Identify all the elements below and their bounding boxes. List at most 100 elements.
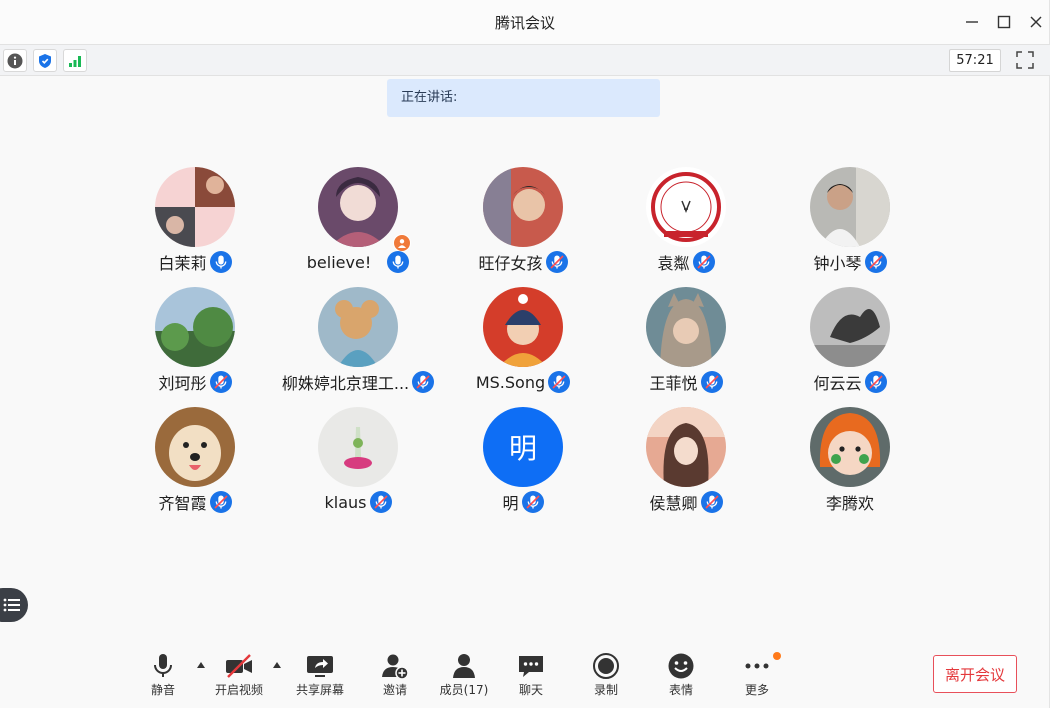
members-button[interactable]: 成员(17) (434, 652, 494, 698)
video-options-caret-icon[interactable] (272, 661, 282, 669)
notification-dot (773, 652, 781, 660)
chat-label: 聊天 (518, 683, 543, 697)
participant-tile[interactable]: 柳姝婷北京理工... (281, 287, 435, 397)
participant-name: klaus (324, 492, 367, 512)
participant-tile[interactable]: 白茉莉 (120, 167, 270, 277)
participant-tile[interactable]: 齐智霞 (120, 407, 270, 517)
microphone-icon (154, 654, 172, 677)
signal-strength-icon[interactable] (63, 49, 87, 72)
avatar (318, 407, 398, 487)
avatar-initial: 明 (483, 407, 563, 487)
start-video-button[interactable]: 开启视频 (209, 652, 269, 698)
avatar (810, 287, 890, 367)
avatar (483, 167, 563, 247)
add-user-icon (382, 654, 409, 680)
avatar (155, 407, 235, 487)
avatar (318, 287, 398, 367)
meeting-timer: 57:21 (949, 49, 1001, 72)
video-off-icon (226, 654, 252, 678)
mic-muted-icon (864, 371, 887, 393)
minimize-icon[interactable] (962, 12, 982, 32)
mic-muted-icon (864, 251, 887, 273)
participant-name: 李腾欢 (825, 494, 874, 513)
participant-name: 旺仔女孩 (478, 254, 543, 273)
name-line: 何云云 (775, 369, 925, 395)
audio-options-caret-icon[interactable] (196, 661, 206, 669)
more-label: 更多 (744, 683, 769, 697)
members-label: 成员(17) (439, 683, 489, 697)
name-line: klaus (283, 489, 433, 515)
participant-tile[interactable]: 刘珂彤 (120, 287, 270, 397)
participant-tile[interactable]: 侯慧卿 (611, 407, 761, 517)
participant-name: 刘珂彤 (158, 374, 207, 393)
list-icon (3, 598, 20, 612)
share-screen-button[interactable]: 共享屏幕 (290, 652, 350, 698)
participant-name: MS.Song (475, 372, 546, 392)
participant-name: 王菲悦 (649, 374, 698, 393)
participant-list-toggle[interactable] (0, 588, 28, 622)
participant-tile[interactable]: 旺仔女孩 (448, 167, 598, 277)
name-line: 旺仔女孩 (448, 249, 598, 275)
chat-button[interactable]: 聊天 (501, 652, 561, 698)
participant-name: 何云云 (813, 374, 862, 393)
name-line: 白茉莉 (120, 249, 270, 275)
mute-button[interactable]: 静音 (133, 652, 193, 698)
maximize-icon[interactable] (994, 12, 1014, 32)
participant-name: 齐智霞 (158, 494, 207, 513)
info-bar: 57:21 (0, 44, 1050, 76)
avatar (155, 167, 235, 247)
participant-tile[interactable]: klaus (283, 407, 433, 517)
reactions-button[interactable]: 表情 (651, 652, 711, 698)
avatar (810, 407, 890, 487)
avatar (646, 407, 726, 487)
chat-bubble-icon (519, 656, 543, 677)
record-label: 录制 (593, 683, 618, 697)
close-icon[interactable] (1026, 12, 1046, 32)
participant-tile[interactable]: MS.Song (448, 287, 598, 397)
members-icon (453, 654, 475, 678)
participant-name: 柳姝婷北京理工... (281, 374, 410, 393)
participant-name: 钟小琴 (813, 254, 862, 273)
participant-tile[interactable]: 王菲悦 (611, 287, 761, 397)
mic-muted-icon (209, 491, 232, 513)
record-icon (593, 653, 619, 679)
window-title: 腾讯会议 (494, 13, 555, 32)
participant-tile[interactable]: 袁粼 (611, 167, 761, 277)
mute-label: 静音 (150, 683, 175, 697)
start-video-label: 开启视频 (214, 683, 263, 697)
record-button[interactable]: 录制 (576, 652, 636, 698)
name-line: 齐智霞 (120, 489, 270, 515)
meeting-toolbar: 静音 开启视频 共享屏幕 邀请 成员(17) 聊天 录制 表情 更多 (0, 640, 1050, 708)
name-line: 明 (448, 489, 598, 515)
avatar (318, 167, 398, 247)
name-line: MS.Song (448, 369, 598, 395)
participant-name: believe! (306, 252, 372, 272)
name-line: 袁粼 (611, 249, 761, 275)
reactions-label: 表情 (668, 683, 693, 697)
participant-name: 白茉莉 (158, 254, 207, 273)
mic-muted-icon (412, 371, 435, 393)
participant-name: 明 (502, 494, 519, 513)
participant-tile[interactable]: 何云云 (775, 287, 925, 397)
fullscreen-icon[interactable] (1015, 50, 1035, 70)
mic-muted-icon (545, 251, 568, 273)
participant-tile[interactable]: 李腾欢 (775, 407, 925, 517)
invite-button[interactable]: 邀请 (365, 652, 425, 698)
name-line: believe! (283, 249, 433, 275)
avatar (810, 167, 890, 247)
name-line: 柳姝婷北京理工... (281, 369, 435, 395)
name-line: 李腾欢 (775, 489, 925, 515)
share-screen-icon (307, 656, 333, 677)
security-shield-icon[interactable] (33, 49, 57, 72)
leave-meeting-button[interactable]: 离开会议 (933, 655, 1017, 693)
speaking-indicator: 正在讲话: (387, 79, 660, 117)
participant-tile[interactable]: 钟小琴 (775, 167, 925, 277)
participant-tile[interactable]: believe! (283, 167, 433, 277)
avatar (155, 287, 235, 367)
participant-tile[interactable]: 明 明 (448, 407, 598, 517)
participant-name: 侯慧卿 (649, 494, 698, 513)
name-line: 侯慧卿 (611, 489, 761, 515)
mic-muted-icon (548, 371, 571, 393)
info-icon[interactable] (3, 49, 27, 72)
mic-muted-icon (369, 491, 392, 513)
